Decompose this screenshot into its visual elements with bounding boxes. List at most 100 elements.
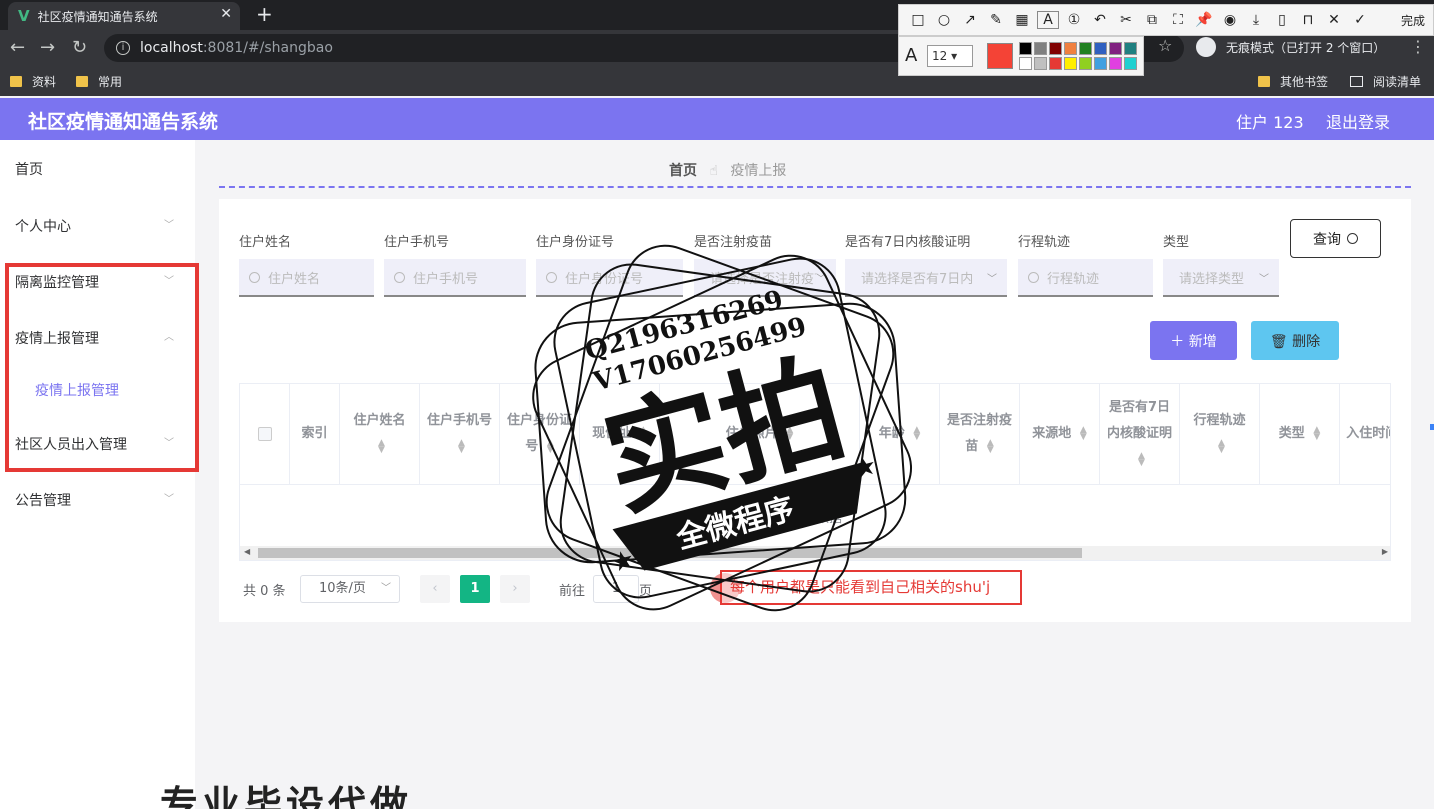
translate-icon[interactable]: ⧉ — [1141, 12, 1163, 28]
column-header[interactable]: 住户身份证号 ▲ ▼ — [500, 384, 580, 485]
reload-icon[interactable]: ↻ — [72, 36, 87, 60]
sort-icon[interactable]: ▲ ▼ — [913, 425, 920, 441]
current-color-swatch[interactable] — [987, 43, 1013, 69]
current-page[interactable]: 1 — [460, 575, 490, 603]
pin-icon[interactable]: 📌 — [1193, 12, 1215, 28]
number-tool-icon[interactable]: ① — [1063, 12, 1085, 28]
column-header[interactable]: 现住址 ▲ ▼ — [580, 384, 660, 485]
sort-icon[interactable]: ▲ ▼ — [458, 438, 465, 454]
bookmark-folder[interactable]: 资料 — [10, 73, 56, 90]
column-header-label: 类型 — [1278, 426, 1305, 441]
bookmark-folder[interactable]: 常用 — [76, 73, 122, 90]
color-swatch[interactable] — [1109, 57, 1122, 70]
color-swatch[interactable] — [1109, 42, 1122, 55]
sidebar-item-home[interactable]: 首页 — [15, 159, 43, 179]
color-swatch[interactable] — [1019, 42, 1032, 55]
vaccine-select[interactable]: 请选择是否注射疫苗 ﹀ — [694, 259, 836, 297]
scroll-right-icon[interactable]: ▶ — [1382, 547, 1388, 556]
confirm-icon[interactable]: ✓ — [1349, 12, 1371, 28]
search-icon — [1347, 233, 1358, 244]
sidebar-item-notice[interactable]: 公告管理 — [15, 490, 71, 510]
next-page-button[interactable]: › — [500, 575, 530, 603]
phone-icon[interactable]: ▯ — [1271, 12, 1293, 28]
annotation-text[interactable]: 每个用户都是只能看到自己相关的shu'j — [720, 570, 1022, 605]
column-header[interactable]: 住户姓名 ▲ ▼ — [340, 384, 420, 485]
color-swatch[interactable] — [1094, 42, 1107, 55]
color-swatch[interactable] — [1034, 42, 1047, 55]
record-icon[interactable]: ◉ — [1219, 12, 1241, 28]
new-tab-button[interactable]: + — [256, 2, 273, 26]
color-swatch[interactable] — [1064, 57, 1077, 70]
done-button[interactable]: 完成 — [1401, 12, 1425, 29]
ellipse-tool-icon[interactable]: ○ — [933, 12, 955, 28]
name-input[interactable]: 住户姓名 — [239, 259, 374, 297]
back-icon[interactable]: ← — [10, 36, 25, 60]
column-header[interactable]: 是否有7日内核酸证明 ▲ ▼ — [1100, 384, 1180, 485]
sort-icon[interactable]: ▲ ▼ — [786, 425, 793, 441]
text-tool-icon[interactable]: A — [1037, 11, 1059, 29]
column-header[interactable]: 住户照片 ▲ ▼ — [660, 384, 860, 485]
add-button[interactable]: ＋ 新增 — [1150, 321, 1237, 360]
column-header[interactable]: 年龄 ▲ ▼ — [860, 384, 940, 485]
site-info-icon[interactable]: i — [116, 41, 130, 55]
logout-link[interactable]: 退出登录 — [1326, 109, 1390, 133]
sort-icon[interactable]: ▲ ▼ — [547, 438, 554, 454]
phone-input[interactable]: 住户手机号 — [384, 259, 526, 297]
mosaic-tool-icon[interactable]: ▦ — [1011, 12, 1033, 28]
idcard-input[interactable]: 住户身份证号 — [536, 259, 683, 297]
column-header[interactable]: 行程轨迹 ▲ ▼ — [1180, 384, 1260, 485]
prev-page-button[interactable]: ‹ — [420, 575, 450, 603]
font-size-select[interactable]: 12 ▾ — [927, 45, 973, 67]
rectangle-tool-icon[interactable]: □ — [907, 12, 929, 28]
color-swatch[interactable] — [1094, 57, 1107, 70]
tab-close-icon[interactable]: ✕ — [220, 6, 232, 22]
sort-icon[interactable]: ▲ ▼ — [1080, 425, 1087, 441]
color-swatch[interactable] — [1079, 42, 1092, 55]
type-select[interactable]: 请选择类型 ﹀ — [1163, 259, 1279, 297]
bookmark-icon[interactable]: ⊓ — [1297, 12, 1319, 28]
sort-icon[interactable]: ▲ ▼ — [1218, 438, 1225, 454]
column-header[interactable]: 住户手机号 ▲ ▼ — [420, 384, 500, 485]
scrollbar-thumb[interactable] — [258, 548, 1082, 558]
delete-button[interactable]: 🗑 删除 — [1251, 321, 1339, 360]
test-select[interactable]: 请选择是否有7日内 ﹀ — [845, 259, 1007, 297]
column-header[interactable]: 类型 ▲ ▼ — [1260, 384, 1340, 485]
undo-icon[interactable]: ↶ — [1089, 12, 1111, 28]
select-all-checkbox[interactable] — [257, 427, 272, 441]
color-swatch[interactable] — [1124, 42, 1137, 55]
column-header[interactable]: 是否注射疫苗 ▲ ▼ — [940, 384, 1020, 485]
pen-tool-icon[interactable]: ✎ — [985, 12, 1007, 28]
sort-icon[interactable]: ▲ ▼ — [378, 438, 385, 454]
color-swatch[interactable] — [1049, 57, 1062, 70]
column-header[interactable]: 索引 — [290, 384, 340, 485]
forward-icon[interactable]: → — [40, 36, 55, 60]
browser-tab[interactable]: V 社区疫情通知通告系统 ✕ — [8, 2, 240, 30]
breadcrumb-home[interactable]: 首页 — [669, 163, 697, 179]
scroll-left-icon[interactable]: ◀ — [244, 547, 250, 556]
horizontal-scrollbar[interactable]: ◀ ▶ — [240, 546, 1390, 560]
color-swatch[interactable] — [1034, 57, 1047, 70]
color-swatch[interactable] — [1019, 57, 1032, 70]
other-bookmarks[interactable]: 其他书签 — [1258, 73, 1328, 90]
column-header[interactable]: 入住时间 ▲▼ — [1340, 384, 1390, 485]
color-swatch[interactable] — [1064, 42, 1077, 55]
page-size-select[interactable]: 10条/页 ﹀ — [300, 575, 400, 603]
jump-input[interactable]: 1 — [593, 575, 639, 603]
sidebar-item-profile[interactable]: 个人中心 — [15, 216, 71, 236]
color-swatch[interactable] — [1124, 57, 1137, 70]
query-button[interactable]: 查询 — [1290, 219, 1381, 258]
sort-icon[interactable]: ▲ ▼ — [987, 438, 994, 454]
cut-icon[interactable]: ✂ — [1115, 12, 1137, 28]
sort-icon[interactable]: ▲ ▼ — [640, 425, 647, 441]
color-swatch[interactable] — [1049, 42, 1062, 55]
reading-list[interactable]: 阅读清单 — [1350, 73, 1421, 90]
arrow-tool-icon[interactable]: ↗ — [959, 12, 981, 28]
sort-icon[interactable]: ▲ ▼ — [1138, 451, 1145, 467]
column-header[interactable]: 来源地 ▲ ▼ — [1020, 384, 1100, 485]
sort-icon[interactable]: ▲ ▼ — [1313, 425, 1320, 441]
color-swatch[interactable] — [1079, 57, 1092, 70]
fullscreen-icon[interactable]: ⛶ — [1167, 12, 1189, 28]
trip-input[interactable]: 行程轨迹 — [1018, 259, 1153, 297]
cancel-icon[interactable]: ✕ — [1323, 12, 1345, 28]
download-icon[interactable]: ⤓ — [1245, 12, 1267, 28]
